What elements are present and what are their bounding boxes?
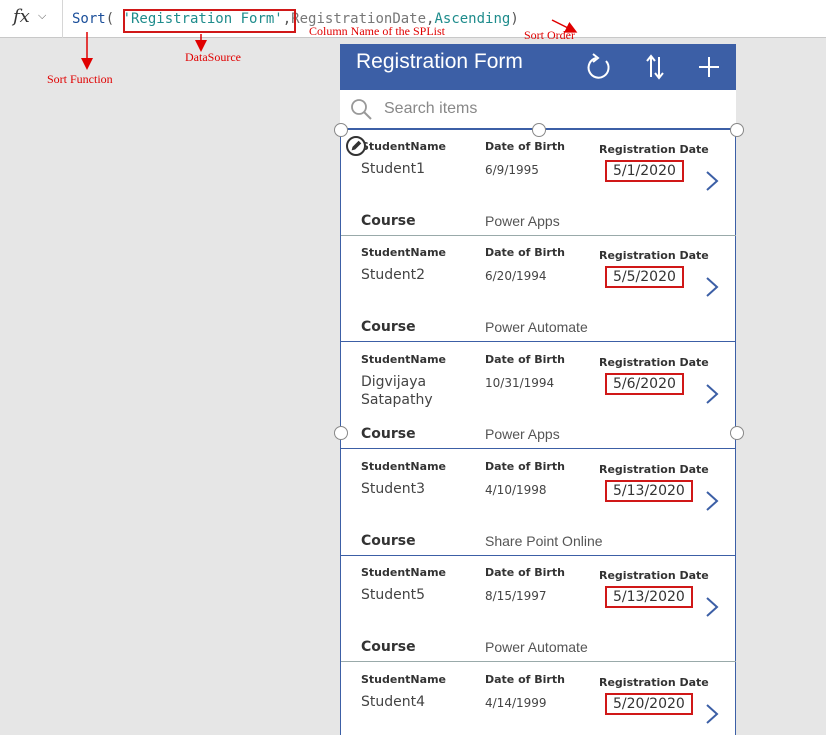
selection-handle[interactable] [730, 426, 744, 440]
formula-open-paren: ( [105, 11, 123, 27]
reg-date-label: Registration Date [599, 676, 709, 689]
reg-date-label: Registration Date [599, 569, 709, 582]
chevron-right-icon[interactable] [705, 596, 719, 618]
row-separator [341, 448, 736, 449]
dob-label: Date of Birth [485, 673, 565, 686]
dob-label: Date of Birth [485, 246, 565, 259]
course-label: Course [361, 426, 416, 442]
student-name-value: Student2 [361, 267, 426, 283]
gallery-row[interactable]: StudentName Student1 Date of Birth 6/9/1995… [341, 130, 736, 236]
reg-date-value: 5/1/2020 [605, 160, 684, 182]
reg-date-label: Registration Date [599, 463, 709, 476]
dob-label: Date of Birth [485, 566, 565, 579]
app-screen: Registration Form Search items StudentNa… [340, 44, 736, 735]
selection-handle[interactable] [334, 426, 348, 440]
add-icon[interactable] [694, 51, 724, 83]
course-label: Course [361, 533, 416, 549]
student-name-label: StudentName [361, 246, 446, 259]
chevron-down-icon[interactable]: ⌵ [38, 9, 46, 23]
gallery-row[interactable]: StudentName Student3 Date of Birth 4/10/199… [341, 450, 736, 556]
reg-date-value: 5/13/2020 [605, 586, 693, 608]
chevron-right-icon[interactable] [705, 170, 719, 192]
edit-pencil-icon[interactable] [346, 136, 366, 156]
reg-date-label: Registration Date [599, 143, 709, 156]
student-name-label: StudentName [361, 140, 446, 153]
selection-handle[interactable] [730, 123, 744, 137]
dob-label: Date of Birth [485, 460, 565, 473]
student-name-value: Student4 [361, 694, 426, 710]
dob-value: 4/10/1998 [485, 483, 547, 497]
student-name-label: StudentName [361, 353, 446, 366]
course-value: Share Point Online [485, 533, 603, 549]
dob-value: 4/14/1999 [485, 696, 547, 710]
fx-label[interactable]: fx [13, 6, 30, 27]
search-icon [351, 99, 372, 120]
datasource-highlight-box [123, 9, 296, 33]
student-name-value: Student1 [361, 161, 426, 177]
student-name-label: StudentName [361, 460, 446, 473]
annotation-sort-order: Sort Order [524, 28, 575, 42]
formula-function: Sort [72, 11, 106, 27]
formula-close-paren: ) [510, 11, 519, 27]
student-name-label: StudentName [361, 673, 446, 686]
annotation-column-name: Column Name of the SPList [309, 24, 445, 38]
student-name-label: StudentName [361, 566, 446, 579]
reg-date-value: 5/20/2020 [605, 693, 693, 715]
course-value: Power Automate [485, 639, 588, 655]
student-name-value: Student3 [361, 481, 426, 497]
dob-value: 6/20/1994 [485, 269, 547, 283]
app-header: Registration Form [340, 44, 736, 90]
dob-label: Date of Birth [485, 140, 565, 153]
reg-date-value: 5/5/2020 [605, 266, 684, 288]
reg-date-value: 5/13/2020 [605, 480, 693, 502]
reg-date-value: 5/6/2020 [605, 373, 684, 395]
gallery-row[interactable]: StudentName Student4 Date of Birth 4/14/199… [341, 663, 736, 735]
course-value: Power Automate [485, 319, 588, 335]
course-value: Power Apps [485, 426, 560, 442]
course-label: Course [361, 213, 416, 229]
annotation-datasource: DataSource [185, 50, 241, 64]
gallery-row[interactable]: StudentName Student2 Date of Birth 6/20/199… [341, 236, 736, 342]
page-title: Registration Form [356, 50, 523, 73]
row-separator [341, 661, 736, 662]
course-label: Course [361, 639, 416, 655]
formula-separator [62, 0, 63, 38]
dob-label: Date of Birth [485, 353, 565, 366]
row-separator [341, 341, 736, 342]
student-name-value: Student5 [361, 587, 426, 603]
dob-value: 10/31/1994 [485, 376, 555, 390]
reg-date-label: Registration Date [599, 356, 709, 369]
reg-date-label: Registration Date [599, 249, 709, 262]
sort-icon[interactable] [640, 51, 670, 83]
formula-sort-order: Ascending [434, 11, 511, 27]
student-name-value: Digvijaya Satapathy [361, 374, 433, 408]
dob-value: 6/9/1995 [485, 163, 539, 177]
chevron-right-icon[interactable] [705, 490, 719, 512]
course-value: Power Apps [485, 213, 560, 229]
gallery: StudentName Student1 Date of Birth 6/9/1995… [340, 130, 736, 735]
selection-handle[interactable] [532, 123, 546, 137]
selection-handle[interactable] [334, 123, 348, 137]
gallery-row[interactable]: StudentName Digvijaya Satapathy Date of Bi… [341, 343, 736, 449]
dob-value: 8/15/1997 [485, 589, 547, 603]
chevron-right-icon[interactable] [705, 383, 719, 405]
chevron-right-icon[interactable] [705, 276, 719, 298]
course-label: Course [361, 319, 416, 335]
annotation-sort-function: Sort Function [47, 72, 113, 86]
refresh-icon[interactable] [584, 51, 614, 83]
gallery-row[interactable]: StudentName Student5 Date of Birth 8/15/199… [341, 556, 736, 662]
search-input[interactable]: Search items [384, 100, 477, 118]
chevron-right-icon[interactable] [705, 703, 719, 725]
